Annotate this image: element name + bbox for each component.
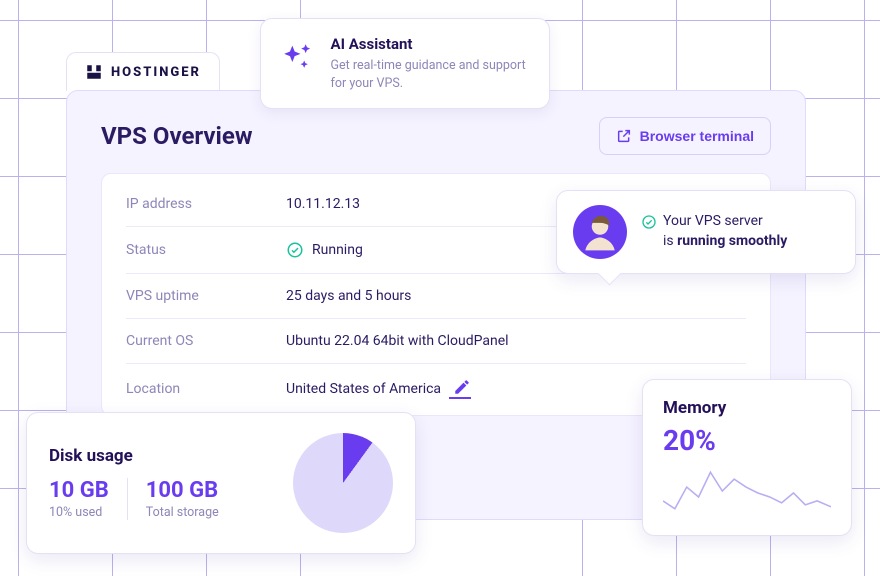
page-title: VPS Overview xyxy=(101,122,253,150)
ai-assistant-card[interactable]: AI Assistant Get real-time guidance and … xyxy=(260,18,550,109)
status-line1: Your VPS server xyxy=(663,212,787,232)
status-value: Running xyxy=(312,242,363,258)
open-external-icon xyxy=(616,128,632,144)
location-label: Location xyxy=(126,381,286,397)
pencil-icon xyxy=(453,378,471,396)
edit-location-button[interactable] xyxy=(449,378,471,399)
memory-card: Memory 20% xyxy=(642,379,852,536)
uptime-value: 25 days and 5 hours xyxy=(286,288,411,304)
disk-usage-pie-chart xyxy=(293,433,393,533)
ip-value: 10.11.12.13 xyxy=(286,196,360,212)
os-value: Ubuntu 22.04 64bit with CloudPanel xyxy=(286,333,509,349)
status-label: Status xyxy=(126,242,286,258)
disk-usage-card: Disk usage 10 GB 10% used 100 GB Total s… xyxy=(26,412,416,554)
os-label: Current OS xyxy=(126,333,286,349)
sparkle-icon xyxy=(279,35,315,83)
check-circle-icon xyxy=(641,214,657,230)
memory-title: Memory xyxy=(663,398,831,418)
person-icon xyxy=(578,210,622,254)
brand-tab: HOSTINGER xyxy=(66,52,220,91)
location-value: United States of America xyxy=(286,381,441,397)
disk-total-value: 100 GB xyxy=(146,478,219,503)
disk-used-value: 10 GB xyxy=(49,478,109,503)
brand-logo-icon xyxy=(85,63,103,81)
status-line2: is running smoothly xyxy=(663,232,787,252)
memory-sparkline-chart xyxy=(663,467,831,517)
disk-total-label: Total storage xyxy=(146,505,219,520)
ai-assistant-title: AI Assistant xyxy=(331,35,531,53)
brand-name: HOSTINGER xyxy=(111,65,201,80)
browser-terminal-label: Browser terminal xyxy=(640,128,754,144)
disk-used-label: 10% used xyxy=(49,505,109,520)
uptime-label: VPS uptime xyxy=(126,288,286,304)
status-bubble: Your VPS server is running smoothly xyxy=(556,190,856,274)
disk-usage-title: Disk usage xyxy=(49,446,219,466)
avatar xyxy=(573,205,627,259)
check-circle-icon xyxy=(286,241,304,259)
ai-assistant-subtitle: Get real-time guidance and support for y… xyxy=(331,57,531,92)
ip-label: IP address xyxy=(126,196,286,212)
memory-percent: 20% xyxy=(663,424,831,457)
browser-terminal-button[interactable]: Browser terminal xyxy=(599,117,771,155)
row-os: Current OS Ubuntu 22.04 64bit with Cloud… xyxy=(126,319,746,364)
row-uptime: VPS uptime 25 days and 5 hours xyxy=(126,274,746,319)
